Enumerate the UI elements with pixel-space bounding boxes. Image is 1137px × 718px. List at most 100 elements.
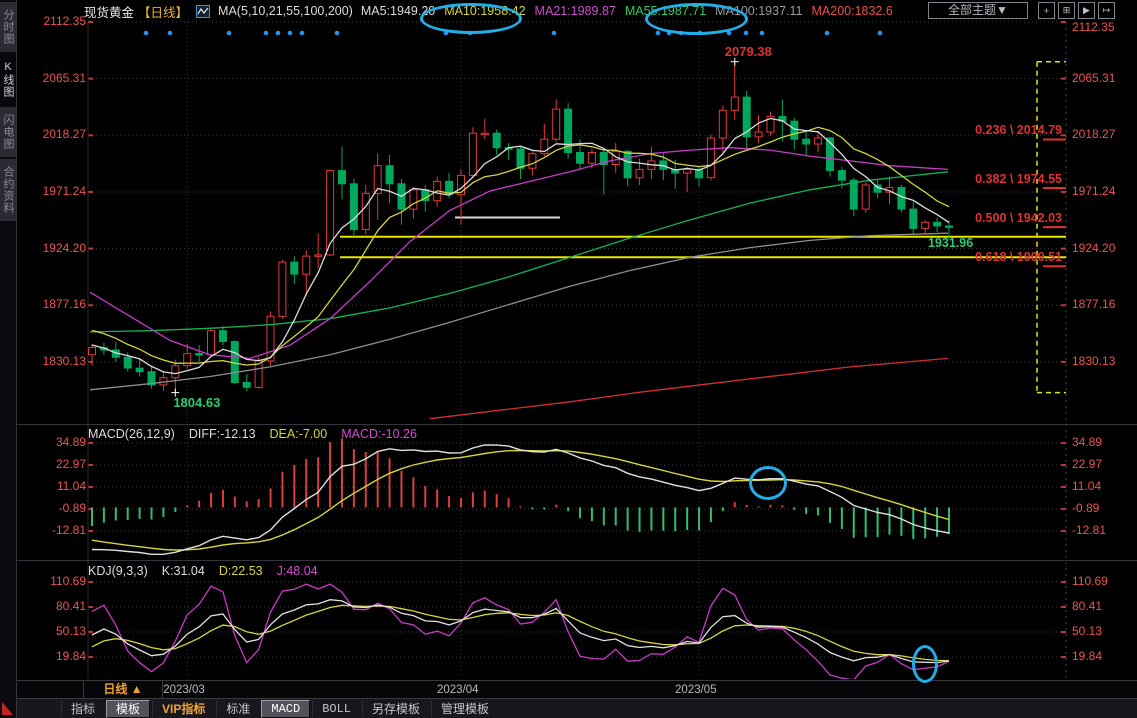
candle[interactable] bbox=[208, 331, 215, 355]
event-marker-dot[interactable] bbox=[552, 31, 557, 36]
axes-icon[interactable]: ⊞ bbox=[1058, 2, 1075, 19]
sidebar-tabs: 分时图 K线图闪电图合约资料 bbox=[0, 0, 17, 718]
candle[interactable] bbox=[303, 256, 310, 274]
candle[interactable] bbox=[719, 110, 726, 138]
macd-panel bbox=[92, 439, 949, 555]
tab-standard[interactable]: 标准 bbox=[216, 701, 259, 717]
candle[interactable] bbox=[791, 121, 798, 139]
event-marker-dot[interactable] bbox=[168, 31, 173, 36]
candle[interactable] bbox=[624, 151, 631, 178]
event-marker-dot[interactable] bbox=[300, 31, 305, 36]
candle[interactable] bbox=[291, 262, 298, 274]
hand-drawn-circle-annotation bbox=[420, 3, 522, 34]
candle[interactable] bbox=[684, 169, 691, 173]
candle[interactable] bbox=[184, 354, 191, 366]
candle[interactable] bbox=[731, 97, 738, 110]
tab-boll[interactable]: BOLL bbox=[312, 701, 360, 717]
event-marker-dot[interactable] bbox=[264, 31, 269, 36]
event-marker-dot[interactable] bbox=[144, 31, 149, 36]
macd-dea-value: DEA:-7.00 bbox=[270, 427, 328, 441]
candle[interactable] bbox=[934, 222, 941, 226]
candle[interactable] bbox=[803, 139, 810, 144]
kdj-header: KDJ(9,3,3) K:31.04 D:22.53 J:48.04 bbox=[88, 564, 318, 578]
event-marker-dot[interactable] bbox=[335, 31, 340, 36]
event-marker-dot[interactable] bbox=[288, 31, 293, 36]
candle[interactable] bbox=[577, 153, 584, 164]
candle[interactable] bbox=[327, 171, 334, 255]
kdj-k-value: K:31.04 bbox=[162, 564, 205, 578]
tab-vip-indicator[interactable]: VIP指标 bbox=[152, 701, 214, 717]
candle[interactable] bbox=[755, 132, 762, 137]
candle[interactable] bbox=[219, 331, 226, 342]
panel-separator bbox=[17, 560, 1137, 561]
event-marker-dot[interactable] bbox=[276, 31, 281, 36]
candle[interactable] bbox=[517, 149, 524, 168]
export-icon[interactable]: ↦ bbox=[1098, 2, 1115, 19]
event-marker-dot[interactable] bbox=[878, 31, 883, 36]
candle[interactable] bbox=[124, 357, 131, 368]
kdj-d-value: D:22.53 bbox=[219, 564, 263, 578]
candle[interactable] bbox=[469, 133, 476, 175]
event-marker-dot[interactable] bbox=[760, 31, 765, 36]
tab-template[interactable]: 模板 bbox=[106, 700, 150, 718]
hand-drawn-circle-annotation bbox=[645, 3, 748, 35]
candle[interactable] bbox=[172, 366, 179, 378]
kline-type-icon[interactable] bbox=[196, 5, 210, 18]
tab-macd[interactable]: MACD bbox=[261, 700, 310, 718]
pan-icon[interactable]: + bbox=[1038, 2, 1055, 19]
candle[interactable] bbox=[481, 133, 488, 134]
header-toolbar: +⊞▶↦ bbox=[1038, 2, 1115, 19]
ma-value-label: MA21:1989.87 bbox=[535, 4, 616, 18]
tab-manage-template[interactable]: 管理模板 bbox=[431, 701, 498, 717]
candle[interactable] bbox=[350, 184, 357, 230]
candle[interactable] bbox=[898, 187, 905, 209]
period-selector-button[interactable]: 日线 ▲ bbox=[83, 681, 163, 698]
candle[interactable] bbox=[386, 166, 393, 184]
ma-settings-label: MA(5,10,21,55,100,200) bbox=[218, 4, 353, 18]
hand-drawn-circle-annotation bbox=[749, 466, 787, 500]
candle[interactable] bbox=[850, 180, 857, 209]
candle[interactable] bbox=[553, 109, 560, 139]
candle[interactable] bbox=[89, 348, 96, 355]
time-axis-row: 日线 ▲ bbox=[17, 680, 1137, 698]
candle[interactable] bbox=[946, 226, 953, 227]
candle[interactable] bbox=[362, 193, 369, 229]
candle[interactable] bbox=[922, 222, 929, 228]
tab-save-template[interactable]: 另存模板 bbox=[362, 701, 429, 717]
event-marker-dot[interactable] bbox=[825, 31, 830, 36]
macd-title: MACD(26,12,9) bbox=[88, 427, 175, 441]
candle[interactable] bbox=[315, 255, 322, 256]
candle[interactable] bbox=[136, 368, 143, 372]
candle[interactable] bbox=[529, 154, 536, 169]
candle[interactable] bbox=[493, 133, 500, 148]
theme-dropdown-button[interactable]: 全部主题▼ bbox=[928, 2, 1028, 19]
panel-separator bbox=[17, 424, 1137, 425]
play-icon[interactable]: ▶ bbox=[1078, 2, 1095, 19]
event-marker-dot[interactable] bbox=[744, 31, 749, 36]
sidebar-item-time-chart[interactable]: 分时图 bbox=[0, 2, 16, 52]
sidebar-item-contract-info[interactable]: 合约资料 bbox=[0, 159, 16, 221]
hand-drawn-circle-annotation bbox=[912, 645, 938, 683]
trading-app-window: 分时图K线图闪电图合约资料 现货黄金 【日线】 MA(5,10,21,55,10… bbox=[0, 0, 1137, 718]
candle[interactable] bbox=[815, 138, 822, 144]
candle[interactable] bbox=[707, 138, 714, 178]
candle[interactable] bbox=[339, 171, 346, 184]
candle[interactable] bbox=[196, 354, 203, 355]
candle[interactable] bbox=[838, 171, 845, 181]
kdj-j-value: J:48.04 bbox=[277, 564, 318, 578]
period-title: 【日线】 bbox=[138, 2, 188, 21]
event-marker-dot[interactable] bbox=[227, 31, 232, 36]
candle[interactable] bbox=[243, 383, 250, 388]
candle[interactable] bbox=[636, 169, 643, 177]
bottom-tab-bar: 指标模板VIP指标标准MACDBOLL另存模板管理模板 bbox=[17, 698, 1137, 718]
candle[interactable] bbox=[862, 185, 869, 209]
macd-macd-value: MACD:-10.26 bbox=[341, 427, 417, 441]
sidebar-item-flash-chart[interactable]: 闪电图 bbox=[0, 107, 16, 157]
tab-indicator[interactable]: 指标 bbox=[61, 701, 104, 717]
candle[interactable] bbox=[279, 262, 286, 316]
macd-diff-value: DIFF:-12.13 bbox=[189, 427, 256, 441]
candle[interactable] bbox=[588, 153, 595, 164]
event-marker-dot[interactable] bbox=[656, 31, 661, 36]
sidebar-item-kline-chart[interactable]: K线图 bbox=[0, 54, 16, 105]
candle[interactable] bbox=[910, 209, 917, 228]
